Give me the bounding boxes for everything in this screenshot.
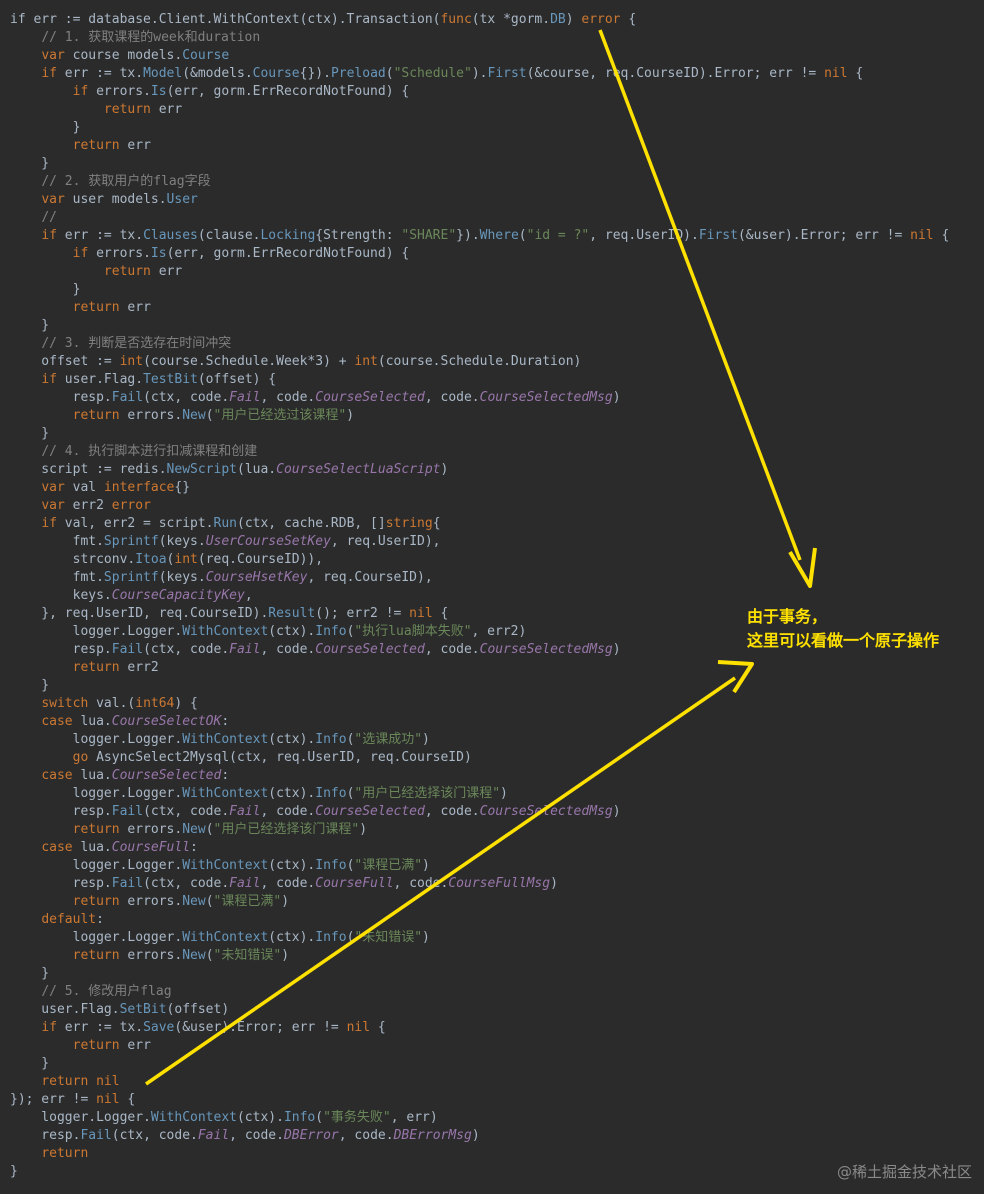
- annotation-line-1: 由于事务，: [747, 607, 828, 626]
- annotation-arrows: [145, 29, 817, 1086]
- arrow-to-annotation-top: [598, 29, 817, 588]
- annotation-line-2: 这里可以看做一个原子操作: [747, 631, 940, 650]
- arrow-to-annotation-bottom: [145, 660, 754, 1086]
- code-screenshot: if err := database.Client.WithContext(ct…: [0, 0, 984, 1194]
- annotation-text: 由于事务， 这里可以看做一个原子操作: [747, 605, 939, 653]
- watermark: @稀土掘金技术社区: [836, 1163, 972, 1181]
